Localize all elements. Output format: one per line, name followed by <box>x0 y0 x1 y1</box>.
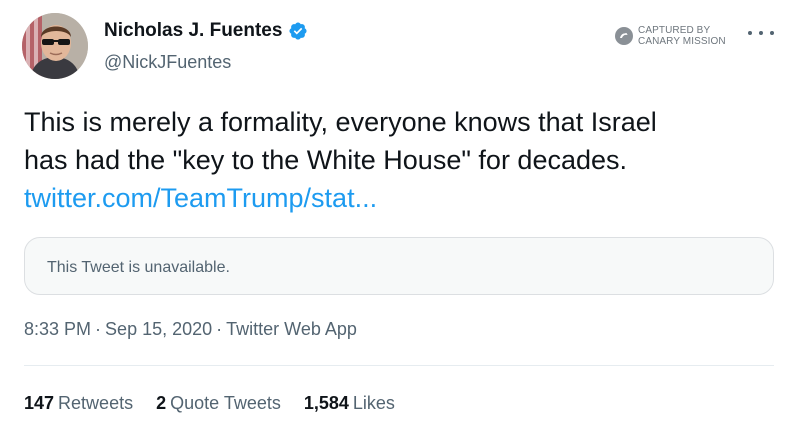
retweets-label: Retweets <box>58 393 134 413</box>
tweet-source[interactable]: Twitter Web App <box>226 319 357 339</box>
retweets-stat[interactable]: 147 Retweets <box>24 393 133 414</box>
tweet-text-line2: has had the "key to the White House" for… <box>24 145 628 175</box>
watermark: CAPTURED BY CANARY MISSION <box>614 25 726 47</box>
tweet-date[interactable]: Sep 15, 2020 <box>105 319 212 339</box>
more-options-icon[interactable] <box>748 20 774 46</box>
quote-tweets-stat[interactable]: 2 Quote Tweets <box>156 393 281 414</box>
watermark-line1: CAPTURED BY <box>638 25 711 36</box>
more-dot <box>748 31 752 35</box>
tweet-meta: 8:33 PM · Sep 15, 2020 · Twitter Web App <box>24 319 357 340</box>
tweet-time[interactable]: 8:33 PM <box>24 319 91 339</box>
watermark-text: CAPTURED BY CANARY MISSION <box>638 25 726 47</box>
canary-mission-logo <box>615 27 633 45</box>
meta-separator: · <box>216 319 223 339</box>
divider-top <box>24 365 774 366</box>
retweets-count: 147 <box>24 393 55 413</box>
verified-badge-icon <box>289 22 307 40</box>
quoted-tweet-unavailable-text: This Tweet is unavailable. <box>47 259 230 276</box>
author-name-row: Nicholas J. Fuentes <box>104 20 308 42</box>
quote-tweets-label: Quote Tweets <box>170 393 281 413</box>
author-name[interactable]: Nicholas J. Fuentes <box>104 20 282 42</box>
meta-separator: · <box>95 319 102 339</box>
likes-count: 1,584 <box>303 393 349 413</box>
tweet-link[interactable]: twitter.com/TeamTrump/stat... <box>24 179 784 217</box>
more-dot <box>770 31 774 35</box>
tweet-text-line1: This is merely a formality, everyone kno… <box>24 107 657 137</box>
avatar[interactable] <box>22 13 88 79</box>
author-handle[interactable]: @NickJFuentes <box>104 52 231 73</box>
quoted-tweet-card: This Tweet is unavailable. <box>24 237 774 295</box>
tweet-stats: 147 Retweets 2 Quote Tweets 1,584 Likes <box>24 393 418 414</box>
avatar-image <box>22 13 88 79</box>
likes-stat[interactable]: 1,584 Likes <box>304 393 395 414</box>
tweet-text: This is merely a formality, everyone kno… <box>24 103 784 217</box>
watermark-line2: CANARY MISSION <box>638 36 726 47</box>
likes-label: Likes <box>352 393 395 413</box>
more-dot <box>759 31 763 35</box>
quote-tweets-count: 2 <box>156 393 167 413</box>
